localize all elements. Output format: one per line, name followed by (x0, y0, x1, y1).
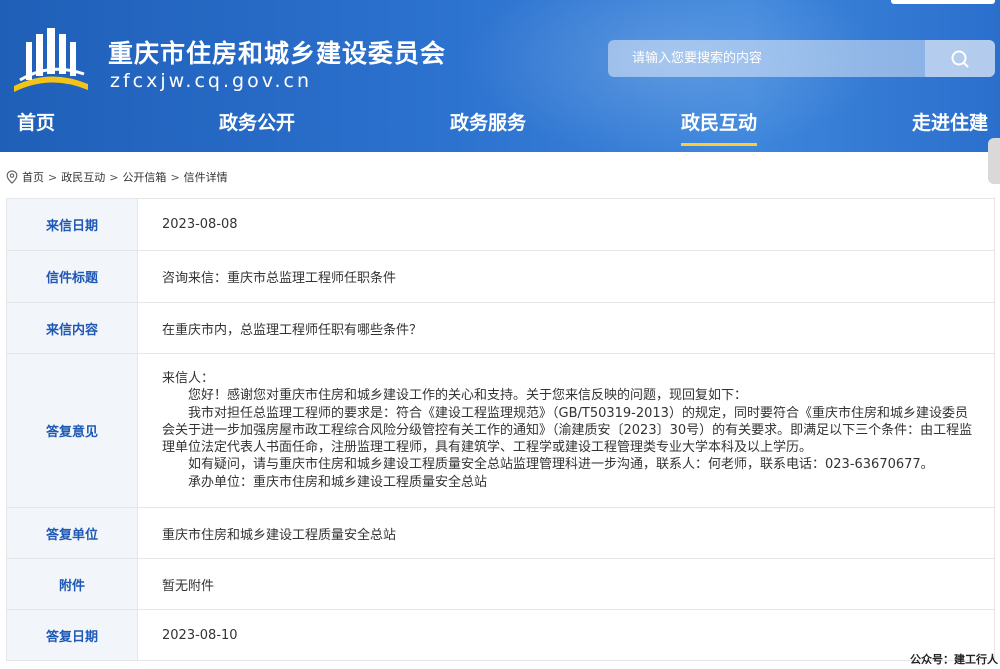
reply-greeting: 来信人： (162, 371, 215, 387)
nav-item-government-affairs[interactable]: 政务公开 (219, 108, 295, 148)
watermark: 公众号：建工行人 (910, 653, 998, 666)
attachment-value: 暂无附件 (137, 558, 995, 610)
breadcrumb-home[interactable]: 首页 (22, 169, 44, 185)
table-row: 来信内容 在重庆市内，总监理工程师任职有哪些条件？ (6, 302, 995, 354)
breadcrumb-current[interactable]: 信件详情 (184, 169, 228, 185)
breadcrumb: 首页 > 政民互动 > 公开信箱 > 信件详情 (6, 169, 228, 185)
breadcrumb-separator: > (48, 170, 58, 184)
reply-date-value: 2023-08-10 (137, 609, 995, 661)
letter-content-value: 在重庆市内，总监理工程师任职有哪些条件？ (137, 302, 995, 354)
table-row: 来信日期 2023-08-08 (6, 198, 995, 251)
nav-item-government-services[interactable]: 政务服务 (450, 108, 526, 148)
reply-paragraph: 如有疑问，请与重庆市住房和城乡建设工程质量安全总站监理管理科进一步沟通，联系人：… (188, 457, 934, 473)
breadcrumb-separator: > (170, 170, 180, 184)
breadcrumb-interaction[interactable]: 政民互动 (61, 169, 105, 185)
reply-paragraph: 承办单位：重庆市住房和城乡建设工程质量安全总站 (188, 474, 488, 490)
reply-paragraph: 我市对担任总监理工程师的要求是：符合《建设工程监理规范》（GB/T50319-2… (162, 405, 973, 456)
site-title[interactable]: 重庆市住房和城乡建设委员会 (108, 34, 446, 70)
main-nav: 首页 政务公开 政务服务 政民互动 走进住建 (0, 108, 1000, 148)
table-row: 附件 暂无附件 (6, 558, 995, 610)
letter-subject-label: 信件标题 (6, 250, 138, 303)
site-domain: zfcxjw.cq.gov.cn (110, 70, 312, 92)
breadcrumb-mailbox[interactable]: 公开信箱 (122, 169, 166, 185)
search-button[interactable] (925, 40, 995, 77)
nav-item-interaction[interactable]: 政民互动 (681, 108, 758, 148)
letter-subject-value: 咨询来信：重庆市总监理工程师任职条件 (137, 250, 995, 303)
table-row: 答复日期 2023-08-10 (6, 609, 995, 661)
government-building-logo-icon[interactable] (6, 20, 94, 96)
reply-label: 答复意见 (6, 353, 138, 508)
letter-detail-table: 来信日期 2023-08-08 信件标题 咨询来信：重庆市总监理工程师任职条件 … (6, 198, 995, 661)
site-header: 重庆市住房和城乡建设委员会 zfcxjw.cq.gov.cn 首页 政务公开 政… (0, 0, 1000, 152)
search-icon (951, 50, 969, 67)
side-scroll-tab[interactable] (988, 138, 1000, 184)
nav-item-home[interactable]: 首页 (17, 108, 55, 148)
table-row: 答复单位 重庆市住房和城乡建设工程质量安全总站 (6, 507, 995, 559)
table-row: 信件标题 咨询来信：重庆市总监理工程师任职条件 (6, 250, 995, 303)
reply-body: 来信人： 您好！感谢您对重庆市住房和城乡建设工作的关心和支持。关于您来信反映的问… (137, 353, 995, 508)
letter-content-label: 来信内容 (6, 302, 138, 354)
letter-date-value: 2023-08-08 (137, 198, 995, 251)
location-pin-icon (6, 170, 18, 184)
table-row: 答复意见 来信人： 您好！感谢您对重庆市住房和城乡建设工作的关心和支持。关于您来… (6, 353, 995, 508)
search-box (608, 40, 995, 77)
reply-unit-value: 重庆市住房和城乡建设工程质量安全总站 (137, 507, 995, 559)
top-tab-indicator (891, 0, 995, 4)
attachment-label: 附件 (6, 558, 138, 610)
reply-paragraph: 您好！感谢您对重庆市住房和城乡建设工作的关心和支持。关于您来信反映的问题，现回复… (188, 388, 748, 404)
search-input[interactable] (608, 40, 938, 77)
breadcrumb-separator: > (109, 170, 119, 184)
reply-date-label: 答复日期 (6, 609, 138, 661)
letter-date-label: 来信日期 (6, 198, 138, 251)
reply-unit-label: 答复单位 (6, 507, 138, 559)
nav-item-about[interactable]: 走进住建 (912, 108, 988, 148)
